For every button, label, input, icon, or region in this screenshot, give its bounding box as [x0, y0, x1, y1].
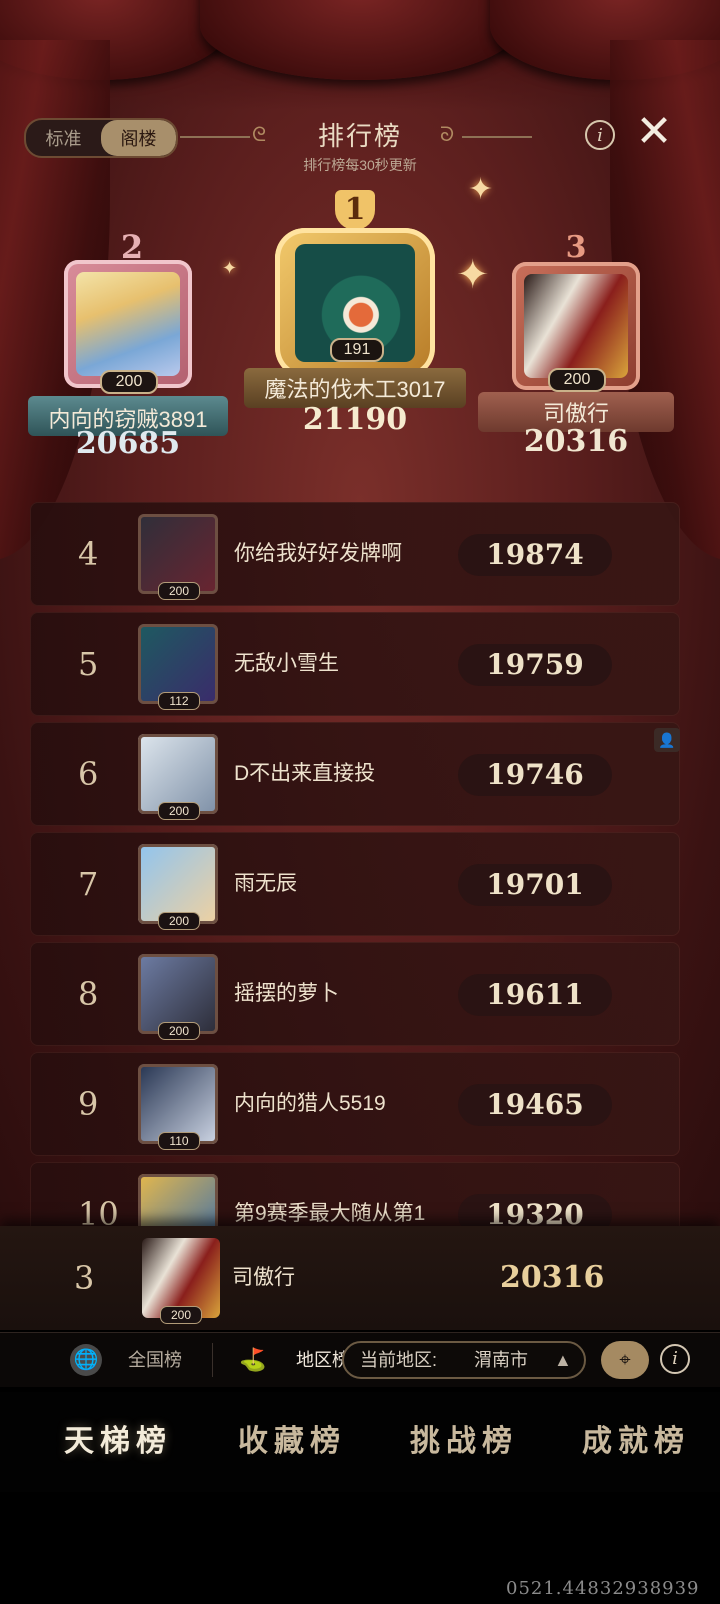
row-name: 雨无辰 [234, 872, 297, 895]
my-level: 200 [160, 1306, 202, 1324]
region-select-value: 渭南市 [474, 1350, 528, 1370]
podium-first-rank: 1 [335, 190, 375, 230]
row-score: 19874 [458, 534, 612, 576]
podium-second-level: 200 [100, 370, 158, 394]
podium-third-rank: 3 [565, 230, 587, 265]
mode-toggle[interactable]: 标准 阁楼 [24, 118, 178, 158]
tab-ladder[interactable]: 天梯榜 [64, 1416, 172, 1460]
sparkle-icon: ✦ [468, 173, 494, 206]
row-level: 200 [158, 1022, 200, 1040]
my-rank-bar[interactable]: 3 200 司傲行 20316 [0, 1226, 720, 1330]
page-title: 排行榜 [317, 121, 402, 151]
triangle-up-icon: ▲ [554, 1350, 572, 1370]
map-icon[interactable]: ⛳ [236, 1345, 270, 1375]
podium-first-name: 魔法的伐木工3017 [264, 377, 446, 402]
mode-attic-tab[interactable]: 阁楼 [101, 120, 176, 156]
list-item[interactable]: 9 110 内向的猎人5519 19465 [30, 1052, 680, 1156]
row-level: 112 [158, 692, 200, 710]
list-item[interactable]: 4 200 你给我好好发牌啊 19874 [30, 502, 680, 606]
mode-standard-tab[interactable]: 标准 [26, 120, 101, 156]
row-rank: 9 [78, 1085, 99, 1123]
my-name: 司傲行 [232, 1266, 295, 1289]
info-icon[interactable]: i [660, 1344, 690, 1374]
row-level: 110 [158, 1132, 200, 1150]
list-item[interactable]: 8 200 摇摆的萝卜 19611 [30, 942, 680, 1046]
region-divider [212, 1343, 213, 1377]
bottom-nav: 天梯榜 收藏榜 挑战榜 成就榜 [0, 1392, 720, 1492]
info-icon[interactable]: i [585, 120, 615, 150]
row-score: 19465 [458, 1084, 612, 1126]
podium-first-level: 191 [330, 338, 384, 362]
podium-third-level: 200 [548, 368, 606, 392]
row-level: 200 [158, 582, 200, 600]
avatar [76, 272, 180, 376]
podium-second-score: 20685 [75, 426, 181, 461]
national-board-tab[interactable]: 全国榜 [128, 1333, 182, 1387]
podium-first[interactable]: 1 191 魔法的伐木工3017 21190 [244, 186, 466, 446]
row-rank: 7 [78, 865, 99, 903]
list-item[interactable]: 7 200 雨无辰 19701 [30, 832, 680, 936]
my-rank: 3 [74, 1259, 95, 1297]
podium-first-score: 21190 [302, 402, 408, 437]
list-item[interactable]: 5 112 无敌小雪生 19759 [30, 612, 680, 716]
row-name: D不出来直接投 [234, 762, 376, 785]
row-rank: 8 [78, 975, 99, 1013]
region-bar: 🌐 全国榜 ⛳ 地区榜 当前地区: 渭南市 ▲ ⌖ i [0, 1332, 720, 1387]
close-icon[interactable]: ✕ [634, 110, 674, 154]
row-rank: 6 [78, 755, 99, 793]
ranking-list[interactable]: 4 200 你给我好好发牌啊 19874 5 112 无敌小雪生 19759 6… [30, 502, 680, 1260]
row-score: 19746 [458, 754, 612, 796]
leaderboard-stage: 标准 阁楼 ᘓ 排行榜 排行榜每30秒更新 ᘐ i ✕ ✦ ✦ ✦ 2 200 … [0, 0, 720, 1260]
row-name: 摇摆的萝卜 [234, 982, 339, 1005]
tab-achievement[interactable]: 成就榜 [582, 1416, 690, 1460]
my-score: 20316 [500, 1260, 605, 1295]
row-name: 无敌小雪生 [234, 652, 339, 675]
location-pin-icon[interactable]: ⌖ [601, 1341, 649, 1379]
list-item[interactable]: 6 200 D不出来直接投 19746 [30, 722, 680, 826]
tab-challenge[interactable]: 挑战榜 [410, 1416, 518, 1460]
row-score: 19701 [458, 864, 612, 906]
row-score: 19611 [458, 974, 612, 1016]
row-level: 200 [158, 802, 200, 820]
podium-third-score: 20316 [523, 424, 629, 459]
add-friend-icon[interactable]: 👤 [654, 728, 680, 752]
header-title-block: 排行榜 排行榜每30秒更新 [180, 116, 540, 175]
region-select-label: 当前地区: [360, 1350, 438, 1370]
podium-third[interactable]: 3 200 司傲行 20316 [478, 230, 674, 462]
region-select[interactable]: 当前地区: 渭南市 ▲ [342, 1341, 586, 1379]
row-name: 你给我好好发牌啊 [234, 542, 402, 565]
row-name: 内向的猎人5519 [234, 1092, 386, 1115]
version-stamp: 0521.44832938939 [506, 1578, 700, 1599]
row-rank: 5 [78, 645, 99, 683]
row-rank: 4 [78, 535, 99, 573]
row-score: 19759 [458, 644, 612, 686]
swirl-ornament-right-icon: ᘐ [439, 124, 455, 146]
tab-collection[interactable]: 收藏榜 [238, 1416, 346, 1460]
row-level: 200 [158, 912, 200, 930]
avatar [524, 274, 628, 378]
globe-icon[interactable]: 🌐 [70, 1344, 102, 1376]
podium-second[interactable]: 2 200 内向的窃贼3891 20685 [28, 228, 228, 461]
title-divider-right [462, 136, 532, 138]
